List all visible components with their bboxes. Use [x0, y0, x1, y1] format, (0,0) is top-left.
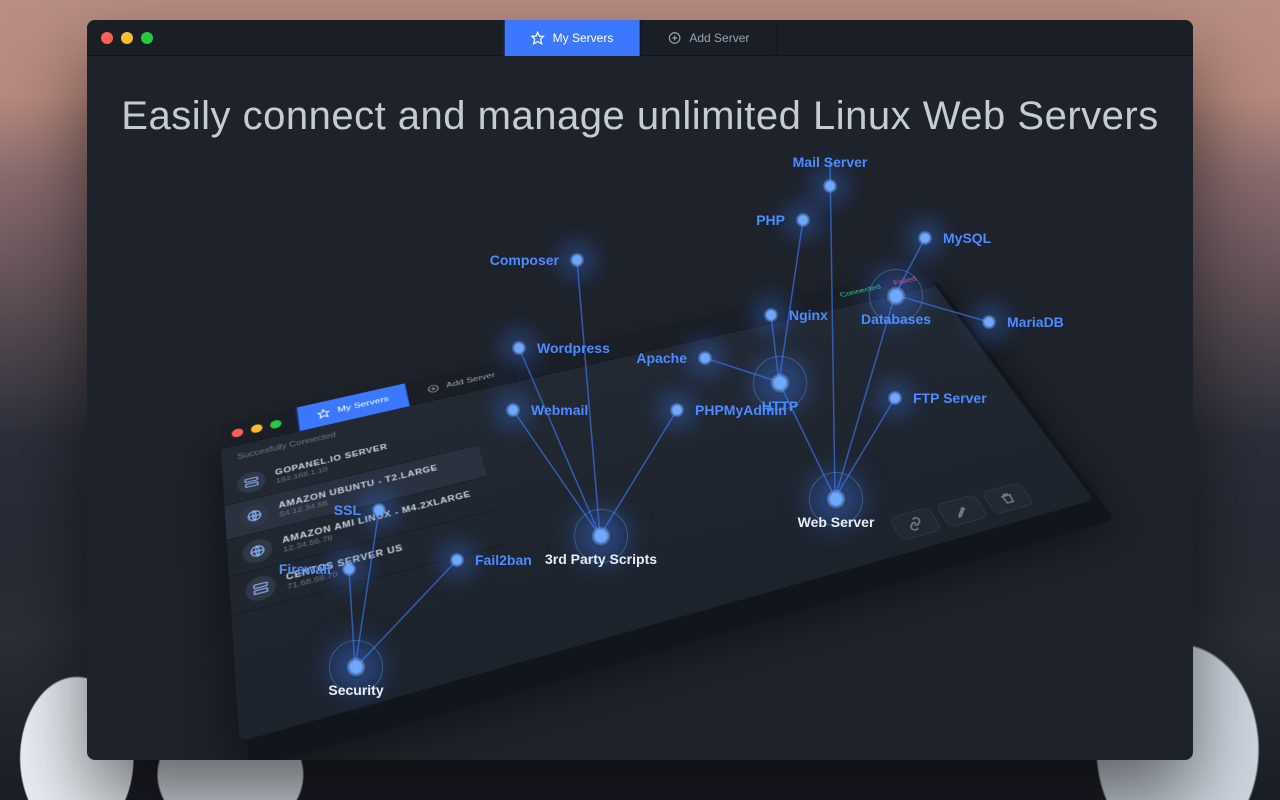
node-mail-server[interactable]: Mail Server [822, 178, 838, 194]
node-label: Composer [490, 252, 559, 268]
star-icon [316, 407, 330, 419]
node-third-party[interactable]: 3rd Party Scripts [590, 525, 612, 547]
node-webmail[interactable]: Webmail [505, 402, 521, 418]
node-wordpress[interactable]: Wordpress [511, 340, 527, 356]
tab-my-servers[interactable]: My Servers [296, 383, 411, 431]
node-label: Mail Server [793, 154, 868, 170]
node-mariadb[interactable]: MariaDB [981, 314, 997, 330]
plus-circle-icon [667, 31, 681, 45]
close-icon[interactable] [231, 427, 243, 438]
title-bar: My Servers Add Server [87, 20, 1193, 56]
minimize-icon[interactable] [251, 423, 263, 434]
tab-add-server[interactable]: Add Server [405, 360, 517, 406]
node-mysql[interactable]: MySQL [917, 230, 933, 246]
node-label: Nginx [789, 307, 828, 323]
server-icon [245, 573, 277, 605]
globe-icon [239, 502, 270, 530]
tab-add-server[interactable]: Add Server [640, 20, 776, 56]
tab-my-servers[interactable]: My Servers [504, 20, 641, 56]
node-label: Apache [636, 350, 687, 366]
node-label: Web Server [798, 514, 875, 530]
node-label: Security [328, 682, 383, 698]
panel-toolbar [889, 482, 1035, 541]
node-label: FTP Server [913, 390, 987, 406]
node-label: Webmail [531, 402, 588, 418]
node-label: PHP [756, 212, 785, 228]
node-php[interactable]: PHP [795, 212, 811, 228]
marketing-headline: Easily connect and manage unlimited Linu… [87, 94, 1193, 139]
tab-label: My Servers [553, 31, 614, 45]
node-ssl[interactable]: SSL [371, 502, 387, 518]
node-label: Firewall [279, 561, 331, 577]
tab-label: Add Server [445, 371, 496, 389]
node-apache[interactable]: Apache [697, 350, 713, 366]
node-label: MariaDB [1007, 314, 1064, 330]
node-label: Databases [861, 311, 931, 327]
trash-icon [997, 490, 1019, 506]
node-label: 3rd Party Scripts [545, 551, 657, 567]
server-list: GOPANEL.IO SERVER 192.168.1.10 AMAZON UB… [222, 415, 505, 616]
node-label: MySQL [943, 230, 991, 246]
traffic-lights [87, 32, 153, 44]
node-http[interactable]: HTTP [769, 372, 791, 394]
server-icon [237, 469, 267, 496]
node-label: SSL [334, 502, 361, 518]
panel3d-stage: My Servers Add Server Connected Failed S… [247, 250, 1087, 700]
node-fail2ban[interactable]: Fail2ban [449, 552, 465, 568]
globe-icon [242, 536, 273, 566]
tab-label: My Servers [337, 395, 390, 414]
node-phpmyadmin[interactable]: PHPMyAdmin [669, 402, 685, 418]
panel3d-titlebar: My Servers Add Server Connected Failed [219, 268, 935, 449]
zoom-icon[interactable] [141, 32, 153, 44]
node-label: HTTP [762, 398, 799, 414]
node-ftp[interactable]: FTP Server [887, 390, 903, 406]
node-web-server[interactable]: Web Server [825, 488, 847, 510]
node-composer[interactable]: Composer [569, 252, 585, 268]
node-firewall[interactable]: Firewall [341, 561, 357, 577]
minimize-icon[interactable] [121, 32, 133, 44]
zoom-icon[interactable] [270, 419, 282, 429]
node-label: Fail2ban [475, 552, 532, 568]
node-nginx[interactable]: Nginx [763, 307, 779, 323]
app-window: My Servers Add Server Easily connect and… [87, 20, 1193, 760]
edit-button[interactable] [935, 494, 988, 528]
link-icon [904, 516, 926, 532]
node-label: Wordpress [537, 340, 610, 356]
plus-circle-icon [426, 383, 441, 395]
connect-button[interactable] [889, 507, 943, 541]
node-security[interactable]: Security [345, 656, 367, 678]
tab-label: Add Server [689, 31, 749, 45]
delete-button[interactable] [981, 482, 1034, 515]
star-icon [531, 31, 545, 45]
pencil-icon [951, 503, 973, 519]
tab-bar: My Servers Add Server [504, 20, 777, 56]
node-databases[interactable]: Databases [885, 285, 907, 307]
close-icon[interactable] [101, 32, 113, 44]
